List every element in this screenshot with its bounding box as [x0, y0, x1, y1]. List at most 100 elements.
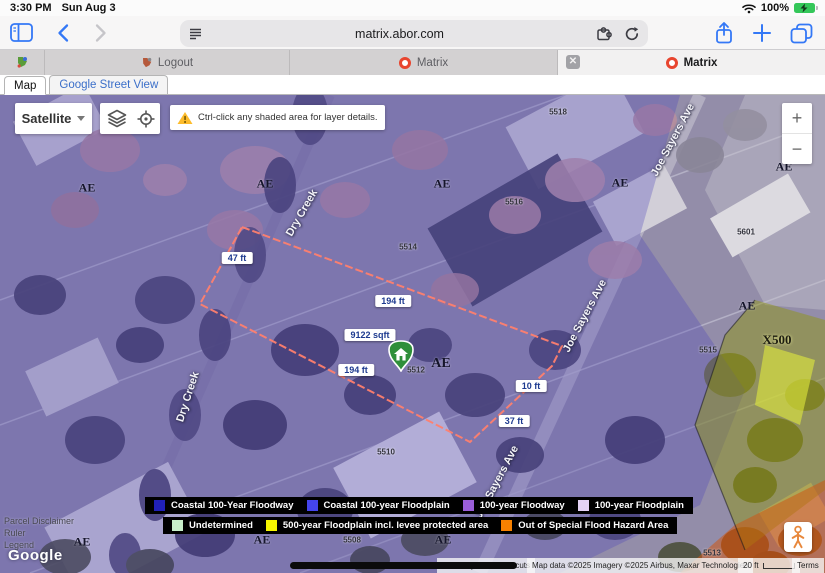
- legend-swatch: [307, 500, 318, 511]
- map-canvas[interactable]: Dry Creek Dry Creek Joe Sayers Ave Joe S…: [0, 95, 825, 573]
- tab-label: Matrix: [417, 57, 448, 69]
- safari-toolbar: matrix.abor.com: [0, 16, 825, 50]
- house-number: 5513: [703, 549, 721, 558]
- date: Sun Aug 3: [62, 2, 116, 14]
- layers-icon[interactable]: [106, 109, 128, 128]
- home-indicator[interactable]: [290, 562, 517, 569]
- sidebar-toggle-button[interactable]: [6, 19, 36, 47]
- tab-google-street-view[interactable]: Google Street View: [49, 75, 168, 94]
- flood-legend-row-1: Coastal 100-Year Floodway Coastal 100-ye…: [145, 497, 693, 514]
- legend-item: Coastal 100-Year Floodway: [154, 500, 294, 511]
- house-number: 5515: [699, 346, 717, 355]
- back-button[interactable]: [48, 19, 78, 47]
- matrix-favicon: [666, 57, 678, 69]
- flood-zone-label: AE: [435, 533, 452, 548]
- house-number: 5508: [343, 536, 361, 545]
- ruler-link[interactable]: Ruler: [4, 528, 26, 538]
- ipad-screen: 3:30 PM Sun Aug 3 100%: [0, 0, 825, 573]
- tab-map[interactable]: Map: [4, 76, 46, 95]
- scale-label: 20 ft: [743, 561, 759, 570]
- legend-item: Undetermined: [172, 520, 253, 531]
- logout-tab-favicon: [141, 57, 152, 69]
- status-bar: 3:30 PM Sun Aug 3 100%: [0, 0, 825, 16]
- flood-zone-label: AE: [431, 356, 450, 372]
- url-text[interactable]: matrix.abor.com: [203, 27, 596, 41]
- property-marker[interactable]: [387, 340, 415, 377]
- reader-icon[interactable]: [188, 26, 203, 41]
- tab-matrix-1[interactable]: Matrix: [290, 50, 558, 75]
- house-number: 5601: [737, 228, 755, 237]
- google-logo[interactable]: Google: [8, 547, 63, 564]
- scale-bar: [763, 563, 795, 569]
- legend-swatch: [578, 500, 589, 511]
- legend-item: 100-year Floodway: [463, 500, 565, 511]
- pegman-icon: [790, 525, 806, 549]
- tabs-overview-icon[interactable]: [790, 23, 813, 44]
- share-icon[interactable]: [714, 21, 734, 45]
- my-location-icon[interactable]: [137, 110, 155, 128]
- tab-matrix-active[interactable]: ✕ Matrix: [558, 50, 825, 75]
- reload-icon[interactable]: [624, 26, 640, 42]
- house-number: 5516: [505, 198, 523, 207]
- zoom-in-button[interactable]: +: [782, 103, 812, 133]
- layer-hint-banner: Ctrl-click any shaded area for layer det…: [170, 105, 385, 130]
- house-number: 5514: [399, 243, 417, 252]
- legend-item: Out of Special Flood Hazard Area: [501, 520, 668, 531]
- legend-swatch: [172, 520, 183, 531]
- flood-zone-label: AE: [74, 535, 91, 550]
- battery-charging-icon: [794, 3, 815, 13]
- map-type-label: Satellite: [22, 111, 72, 126]
- parcel-disclaimer-link[interactable]: Parcel Disclaimer: [4, 516, 74, 526]
- battery-percent: 100%: [761, 2, 789, 14]
- tab-logout[interactable]: Logout: [45, 50, 290, 75]
- legend-swatch: [266, 520, 277, 531]
- legend-label: Undetermined: [189, 520, 253, 531]
- tab-label: Matrix: [684, 57, 718, 69]
- measurement-label: 47 ft: [222, 252, 253, 264]
- map-type-dropdown[interactable]: Satellite: [15, 103, 92, 134]
- page-tab-strip: Map Google Street View: [0, 75, 825, 95]
- measurement-label: 194 ft: [375, 295, 411, 307]
- measurement-label: 37 ft: [499, 415, 530, 427]
- legend-label: 100-year Floodway: [480, 500, 565, 511]
- house-number: 5510: [377, 448, 395, 457]
- flood-zone-label: AE: [254, 533, 271, 548]
- map-scale: 20 ft: [738, 558, 800, 573]
- tab-abor[interactable]: [0, 50, 45, 75]
- measurement-label: 194 ft: [338, 364, 374, 376]
- chevron-down-icon: [77, 116, 85, 121]
- browser-tab-bar: Logout Matrix ✕ Matrix: [0, 50, 825, 75]
- pegman-control[interactable]: [784, 522, 812, 552]
- layer-controls: [100, 103, 160, 134]
- flood-zone-label: AE: [612, 176, 629, 191]
- forward-button[interactable]: [86, 19, 116, 47]
- address-bar[interactable]: matrix.abor.com: [180, 20, 648, 47]
- measurement-label: 10 ft: [516, 380, 547, 392]
- legend-label: Coastal 100-year Floodplain: [324, 500, 450, 511]
- flood-zone-label: AE: [434, 177, 451, 192]
- legend-swatch: [154, 500, 165, 511]
- legend-item: Coastal 100-year Floodplain: [307, 500, 450, 511]
- flood-zone-label: AE: [257, 177, 274, 192]
- extensions-icon[interactable]: [596, 26, 614, 41]
- legend-label: Coastal 100-Year Floodway: [171, 500, 294, 511]
- house-number: 5518: [549, 108, 567, 117]
- map-attribution: Map data ©2025 Imagery ©2025 Airbus, Max…: [527, 558, 753, 573]
- legend-swatch: [463, 500, 474, 511]
- new-tab-icon[interactable]: [752, 23, 772, 43]
- layer-hint-text: Ctrl-click any shaded area for layer det…: [198, 112, 378, 123]
- terms-link[interactable]: Terms: [792, 558, 824, 573]
- flood-zone-label: AE: [79, 181, 96, 196]
- zoom-control: + −: [782, 103, 812, 164]
- clock: 3:30 PM: [10, 2, 52, 14]
- legend-label: Out of Special Flood Hazard Area: [518, 520, 668, 531]
- legend-item: 500-year Floodplain incl. levee protecte…: [266, 520, 488, 531]
- matrix-favicon: [399, 57, 411, 69]
- zoom-out-button[interactable]: −: [782, 134, 812, 164]
- legend-label: 100-year Floodplain: [595, 500, 684, 511]
- close-tab-icon[interactable]: ✕: [566, 55, 580, 69]
- abor-favicon: [16, 56, 28, 69]
- flood-zone-label: AE: [739, 299, 756, 314]
- legend-label: 500-year Floodplain incl. levee protecte…: [283, 520, 488, 531]
- flood-zone-label-x500: X500: [763, 332, 792, 348]
